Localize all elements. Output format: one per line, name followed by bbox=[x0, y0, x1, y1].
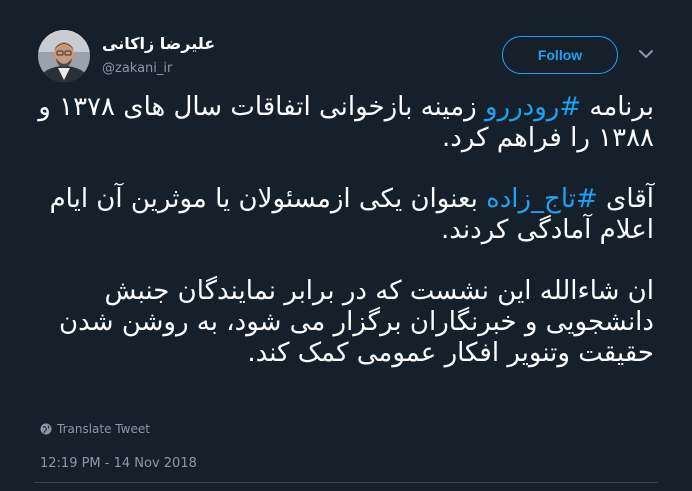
profile-photo-icon bbox=[38, 30, 90, 82]
translate-tweet-link[interactable]: Translate Tweet bbox=[40, 422, 150, 436]
chevron-down-icon[interactable] bbox=[636, 44, 656, 64]
tweet-text-segment: برنامه bbox=[581, 92, 654, 122]
tweet-text-segment: آقای bbox=[597, 184, 654, 214]
user-handle[interactable]: @zakani_ir bbox=[102, 61, 172, 76]
translate-label: Translate Tweet bbox=[57, 422, 150, 436]
tweet-text: برنامه #رودررو زمینه بازخوانی اتفاقات سا… bbox=[34, 92, 654, 369]
hashtag-link[interactable]: #تاج_زاده bbox=[486, 184, 598, 214]
avatar[interactable] bbox=[38, 30, 90, 82]
tweet-paragraph-1: برنامه #رودررو زمینه بازخوانی اتفاقات سا… bbox=[34, 92, 654, 154]
follow-button[interactable]: Follow bbox=[502, 36, 618, 74]
tweet-paragraph-3: ان شاءالله این نشست که در برابر نمایندگا… bbox=[59, 276, 654, 368]
divider bbox=[34, 482, 658, 483]
display-name[interactable]: علیرضا زاکانی bbox=[102, 34, 215, 53]
tweet-timestamp[interactable]: 12:19 PM - 14 Nov 2018 bbox=[40, 456, 197, 471]
globe-icon bbox=[40, 423, 52, 435]
hashtag-link[interactable]: #رودررو bbox=[485, 92, 581, 122]
tweet-paragraph-2: آقای #تاج_زاده بعنوان یکی ازمسئولان یا م… bbox=[34, 184, 654, 246]
tweet-card: علیرضا زاکانی @zakani_ir Follow برنامه #… bbox=[0, 0, 692, 491]
